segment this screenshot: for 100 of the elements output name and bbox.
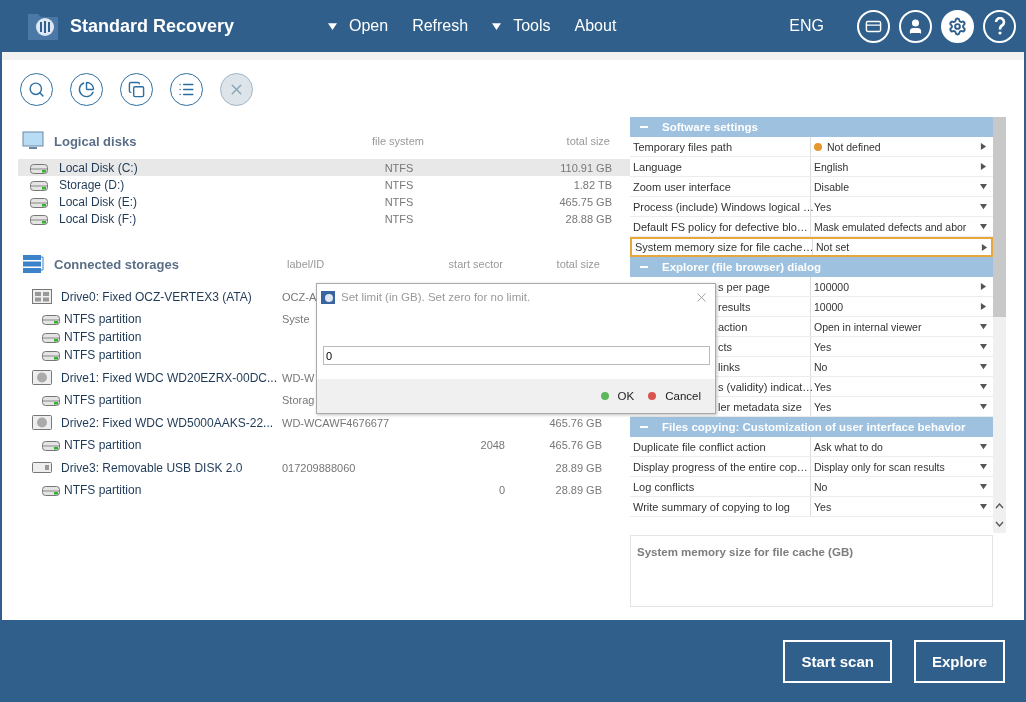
dropdown-icon[interactable]: [979, 343, 987, 350]
language-selector[interactable]: ENG: [789, 17, 824, 35]
settings-row[interactable]: Duplicate file conflict action Ask what to do: [630, 437, 993, 457]
partition-name[interactable]: NTFS partition: [64, 348, 142, 362]
settings-row[interactable]: Log conflicts No: [630, 477, 993, 497]
dropdown-icon[interactable]: [979, 223, 987, 230]
drive-name[interactable]: Drive2: Fixed WDC WD5000AAKS-22...: [61, 415, 274, 430]
dropdown-icon[interactable]: [979, 323, 987, 330]
setting-label: Duplicate file conflict action: [633, 440, 766, 453]
partition-name[interactable]: NTFS partition: [64, 330, 142, 344]
input-field[interactable]: 0: [323, 346, 710, 365]
label-id: WD-WCAWF4676677: [282, 416, 390, 429]
arrow-icon[interactable]: [979, 143, 987, 150]
settings-row[interactable]: Zoom user interface Disable: [630, 177, 993, 197]
label-id: 017209888060: [282, 461, 356, 474]
monitor-icon: [22, 131, 44, 151]
footer-button[interactable]: Start scan: [783, 639, 892, 683]
section-label: Software settings: [662, 121, 758, 133]
menu-item[interactable]: About: [562, 17, 629, 35]
caret-icon[interactable]: [492, 21, 502, 31]
settings-icon: [948, 16, 967, 36]
card-button[interactable]: [857, 9, 890, 43]
copy-icon: [128, 81, 145, 98]
setting-label: Process (include) Windows logical …: [633, 200, 814, 213]
setting-value: Display only for scan results: [814, 460, 945, 473]
total-size: 28.89 GB: [555, 461, 602, 474]
settings-row[interactable]: Write summary of copying to log Yes: [630, 497, 993, 517]
setting-label: Language: [633, 160, 682, 173]
dropdown-icon[interactable]: [979, 463, 987, 470]
settings-row[interactable]: Default FS policy for defective blo… Mask emulated defects and abor: [630, 217, 993, 237]
setting-value: Ask what to do: [814, 440, 883, 453]
dropdown-icon[interactable]: [979, 183, 987, 190]
setting-value: Mask emulated defects and abor: [814, 220, 967, 233]
list-icon: [178, 81, 195, 98]
scroll-up-icon[interactable]: [995, 503, 1004, 509]
drive-icon: [32, 289, 52, 304]
drive-icon: [32, 415, 52, 430]
total-size: 1.82 TB: [573, 178, 612, 191]
footer-button[interactable]: Explore: [913, 639, 1005, 683]
setting-value: Yes: [814, 340, 832, 353]
settings-row[interactable]: Display progress of the entire cop… Display only for scan results: [630, 457, 993, 477]
dropdown-icon[interactable]: [979, 363, 987, 370]
section-label: Explorer (file browser) dialog: [662, 261, 822, 273]
arrow-icon[interactable]: [979, 163, 987, 170]
dropdown-icon[interactable]: [979, 443, 987, 450]
label-id: Storag: [282, 394, 315, 406]
disk-row[interactable]: Local Disk (C:) NTFS 110.91 GB: [18, 159, 630, 176]
drive-icon: [32, 460, 52, 475]
drive-name[interactable]: Drive0: Fixed OCZ-VERTEX3 (ATA): [61, 289, 252, 304]
dropdown-icon[interactable]: [979, 203, 987, 210]
settings-row[interactable]: Process (include) Windows logical …Yes: [630, 197, 993, 217]
help-icon: [993, 17, 1006, 35]
settings-row[interactable]: Temporary files path Not defined: [630, 137, 993, 157]
label-id: OCZ-A: [282, 290, 317, 303]
total-size: 28.88 GB: [565, 212, 612, 225]
scrollbar[interactable]: [993, 117, 1006, 533]
file-system: NTFS: [384, 161, 414, 174]
account-button[interactable]: [899, 9, 932, 43]
drive-name[interactable]: Drive3: Removable USB DISK 2.0: [61, 460, 243, 475]
user-icon: [907, 17, 924, 35]
menu-item[interactable]: Refresh: [400, 17, 481, 35]
dropdown-icon[interactable]: [979, 403, 987, 410]
drive-name[interactable]: Drive1: Fixed WDC WD20EZRX-00DC...: [61, 370, 278, 385]
partition-name[interactable]: NTFS partition: [64, 438, 142, 452]
menu-item[interactable]: Open: [316, 17, 401, 35]
menu-item[interactable]: Tools: [480, 17, 563, 35]
setting-label: s (validity) indicat…: [718, 380, 814, 393]
setting-label: Write summary of copying to log: [633, 500, 790, 513]
setting-value: No: [814, 480, 828, 493]
toolbar-button[interactable]: [120, 73, 153, 106]
dropdown-icon[interactable]: [979, 503, 987, 510]
help-button[interactable]: [983, 9, 1016, 43]
settings-row[interactable]: Language English: [630, 157, 993, 177]
dropdown-icon[interactable]: [979, 483, 987, 490]
toolbar-button[interactable]: [170, 73, 203, 106]
scroll-down-icon[interactable]: [995, 521, 1004, 527]
disk-row[interactable]: Local Disk (F:) NTFS 28.88 GB: [18, 210, 630, 227]
caret-icon[interactable]: [328, 21, 337, 31]
settings-button[interactable]: [941, 9, 974, 43]
dropdown-icon[interactable]: [979, 383, 987, 390]
section-label: Files copying: Customization of user interface behavior: [662, 421, 966, 433]
dialog-title: Set limit (in GB). Set zero for no limit.: [341, 291, 531, 303]
partition-name[interactable]: NTFS partition: [64, 393, 142, 407]
pie-chart-icon: [78, 81, 95, 98]
setting-value: Yes: [814, 400, 832, 413]
disk-row[interactable]: Local Disk (E:) NTFS 465.75 GB: [18, 193, 630, 210]
storage-icon: [22, 254, 44, 274]
disk-name: Storage (D:): [59, 177, 125, 192]
section-title: Connected storages: [54, 256, 180, 272]
arrow-icon[interactable]: [980, 243, 988, 251]
partition-name[interactable]: NTFS partition: [64, 483, 142, 497]
arrow-icon[interactable]: [979, 303, 987, 310]
setting-label: results: [718, 300, 751, 313]
partition-name[interactable]: NTFS partition: [64, 312, 142, 326]
setting-label: Temporary files path: [633, 140, 733, 153]
toolbar-button[interactable]: [70, 73, 103, 106]
toolbar-button[interactable]: [20, 73, 53, 106]
arrow-icon[interactable]: [979, 283, 987, 290]
disk-row[interactable]: Storage (D:) NTFS 1.82 TB: [18, 176, 630, 193]
setting-label: s per page: [718, 280, 770, 293]
